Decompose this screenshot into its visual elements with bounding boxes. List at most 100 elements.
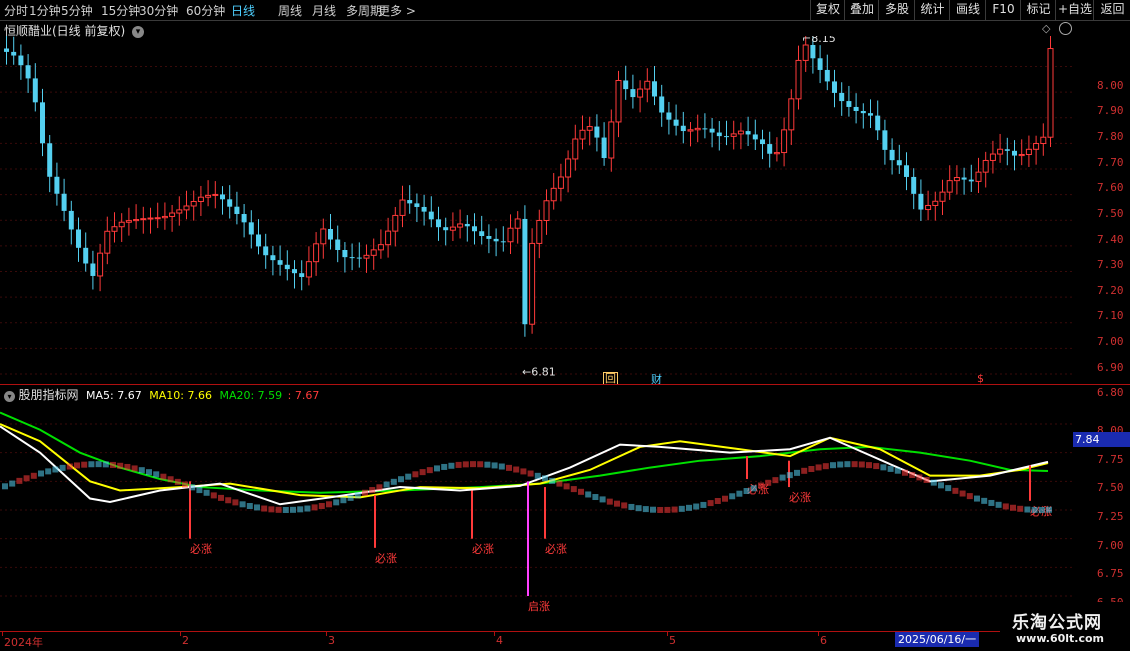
candle — [730, 120, 737, 150]
block — [707, 500, 714, 507]
toolbar-button-1[interactable]: 叠加 — [844, 0, 879, 20]
block — [484, 461, 491, 468]
block — [506, 464, 512, 471]
toolbar-button-0[interactable]: 复权 — [810, 0, 845, 20]
block — [2, 483, 8, 490]
toolbar-button-2[interactable]: 多股 — [878, 0, 915, 20]
block — [578, 488, 584, 495]
candle — [514, 211, 521, 244]
candle — [953, 165, 960, 195]
timeframe-tab-2[interactable]: 5分钟 — [61, 2, 93, 19]
block — [182, 481, 188, 488]
block — [419, 469, 426, 476]
candle — [781, 117, 788, 167]
timeframe-tab-5[interactable]: 60分钟 — [186, 2, 225, 19]
block — [520, 468, 527, 475]
block — [974, 495, 980, 502]
timeframe-tab-0[interactable]: 分时 — [4, 2, 28, 19]
indicator-chart[interactable]: 必涨必涨必涨启涨必涨必涨必涨必涨 — [0, 400, 1075, 630]
watermark-url: www.60lt.com — [1016, 632, 1105, 645]
candle — [349, 243, 355, 271]
candle — [846, 85, 852, 117]
diamond-icon[interactable]: ◇ — [1042, 22, 1050, 35]
block — [621, 502, 628, 509]
candle — [205, 180, 212, 207]
candle — [918, 179, 924, 222]
timeframe-tab-3[interactable]: 15分钟 — [101, 2, 140, 19]
toolbar-button-7[interactable]: +自选 — [1055, 0, 1094, 20]
timeframe-tab-8[interactable]: 月线 — [312, 2, 336, 19]
block — [1024, 506, 1031, 513]
block — [81, 461, 88, 468]
candle — [939, 179, 946, 216]
candle — [299, 260, 305, 291]
block — [498, 463, 505, 470]
timeframe-tab-1[interactable]: 1分钟 — [29, 2, 61, 19]
block — [981, 497, 988, 504]
settings-icon[interactable] — [1059, 22, 1072, 35]
block — [434, 465, 440, 472]
candle — [1012, 140, 1017, 171]
candle — [644, 68, 651, 103]
candle — [328, 213, 333, 250]
candle — [579, 115, 586, 150]
candlestick-chart[interactable]: ⌐8.15 ←6.81 — [0, 36, 1075, 382]
candle — [788, 89, 795, 145]
toolbar-button-3[interactable]: 统计 — [914, 0, 950, 20]
candle — [522, 205, 528, 337]
candle — [500, 226, 506, 252]
block — [218, 494, 224, 501]
candle — [860, 103, 866, 129]
block — [606, 498, 613, 505]
block — [369, 487, 376, 494]
candle — [407, 185, 413, 214]
timeframe-tab-10[interactable]: 更多 > — [378, 2, 416, 19]
block — [398, 476, 404, 483]
timeframe-tab-9[interactable]: 多周期 — [346, 2, 382, 19]
block — [945, 485, 952, 492]
panel-divider — [0, 384, 1130, 385]
candle — [493, 228, 499, 257]
timeframe-tab-7[interactable]: 周线 — [278, 2, 302, 19]
block — [448, 462, 455, 469]
toolbar-button-5[interactable]: F10 — [985, 0, 1021, 20]
candle — [557, 163, 564, 202]
candle — [76, 217, 81, 262]
block — [671, 506, 678, 513]
block — [599, 496, 606, 503]
block — [455, 461, 462, 468]
candle — [1004, 137, 1010, 166]
candle — [111, 212, 118, 243]
block — [95, 461, 102, 468]
candle — [868, 99, 873, 128]
block — [585, 491, 592, 498]
candle — [486, 224, 492, 254]
toolbar-button-4[interactable]: 画线 — [949, 0, 986, 20]
block — [700, 501, 707, 508]
block — [801, 467, 808, 474]
toolbar-button-8[interactable]: 返回 — [1093, 0, 1130, 20]
block — [340, 497, 347, 504]
toolbar-button-6[interactable]: 标记 — [1020, 0, 1056, 20]
candle — [702, 113, 708, 139]
block — [729, 493, 736, 500]
block — [1017, 505, 1024, 512]
block — [297, 506, 304, 513]
candle — [896, 144, 902, 174]
timeframe-tab-4[interactable]: 30分钟 — [139, 2, 178, 19]
block — [124, 463, 131, 470]
candle — [1018, 139, 1025, 166]
top-toolbar: 分时 1分钟 5分钟 15分钟 30分钟 60分钟 日线 周线 月线 多周期 更多 > 复权 叠加 多股… — [0, 0, 1130, 21]
ma10-line — [0, 423, 1049, 499]
block — [851, 461, 858, 468]
block — [491, 462, 498, 469]
block — [160, 473, 167, 480]
candle — [608, 109, 615, 172]
timeframe-tab-6[interactable]: 日线 — [231, 2, 255, 19]
candle — [601, 122, 607, 166]
candle — [997, 133, 1004, 163]
block — [268, 506, 275, 513]
candle — [263, 233, 269, 269]
candle — [760, 129, 765, 160]
block — [902, 469, 908, 476]
